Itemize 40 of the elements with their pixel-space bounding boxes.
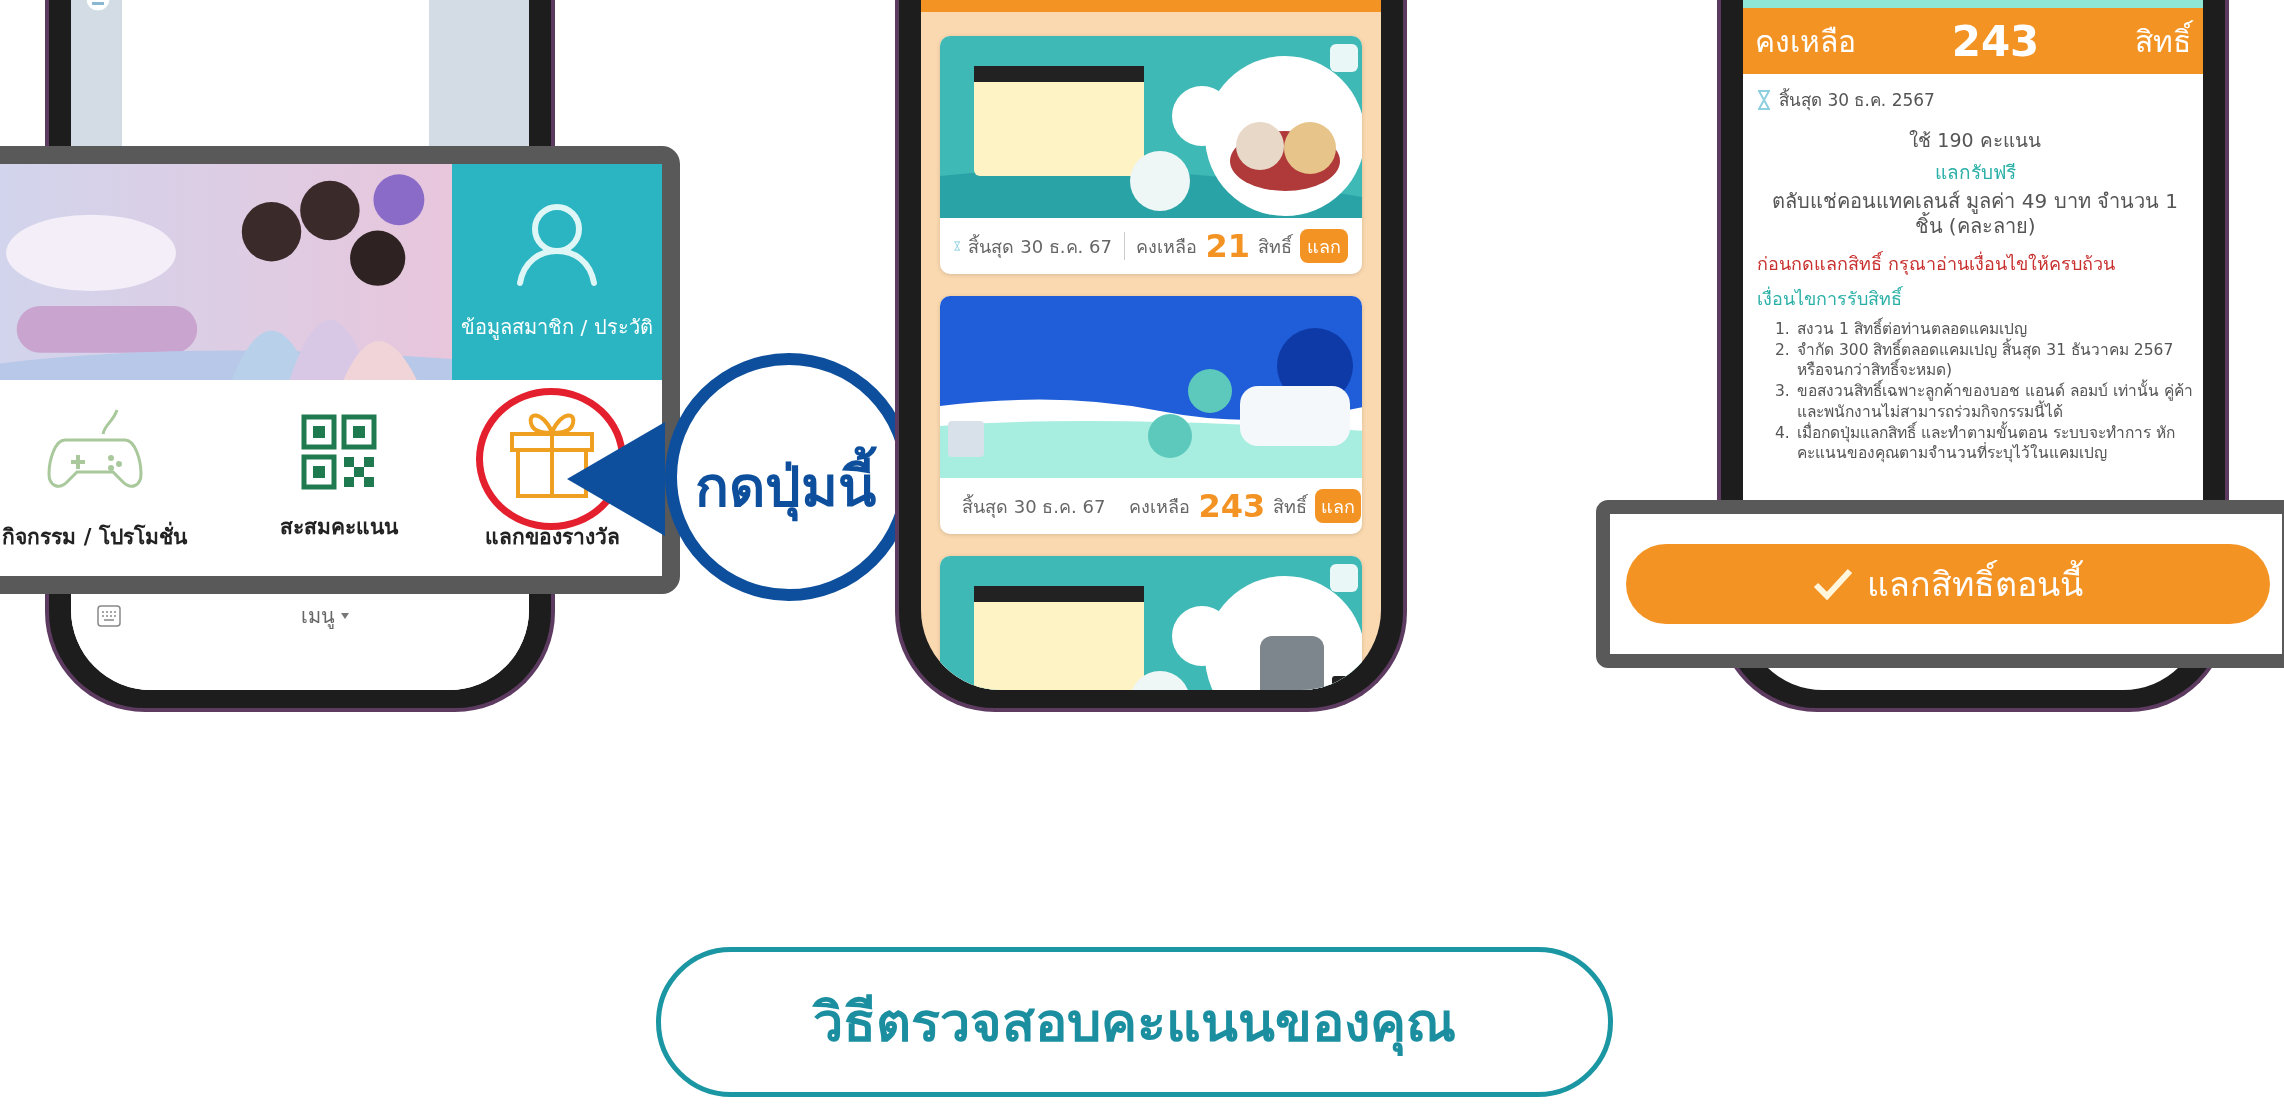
offer-description: ตลับแช่คอนแทคเลนส์ มูลค่า 49 บาท จำนวน 1 ชิ้น (คละลาย) bbox=[1771, 189, 2179, 239]
condition-number: 2. bbox=[1775, 340, 1791, 362]
warning-text: ก่อนกดแลกสิทธิ์ กรุณาอ่านเงื่อนไขให้ครบถ้วน bbox=[1757, 250, 2116, 277]
expiry-date: สิ้นสุด 30 ธ.ค. 2567 bbox=[1779, 87, 1935, 113]
remaining-count: 243 bbox=[1951, 16, 2040, 66]
condition-text: สงวน 1 สิทธิ์ต่อท่านตลอดแคมเปญ bbox=[1797, 319, 2193, 340]
caret-icon bbox=[341, 613, 349, 619]
remaining-label: คงเหลือ bbox=[1755, 22, 1856, 61]
menu-toggle[interactable]: เมนู bbox=[301, 600, 349, 632]
condition-text: ขอสงวนสิทธิ์เฉพาะลูกค้าของบอช แอนด์ ลอมบ์ เท่านั้น คู่ค้าและพนักงานไม่สามารถร่วมกิจกรรมนี้ได้ bbox=[1797, 381, 2193, 422]
remaining-label: คงเหลือ bbox=[1129, 494, 1191, 519]
keyboard-icon[interactable] bbox=[97, 605, 121, 627]
condition-number: 1. bbox=[1775, 319, 1791, 340]
remaining-count: 243 bbox=[1198, 487, 1266, 525]
redeem-now-button[interactable]: แลกสิทธิ์ตอนนี้ bbox=[1626, 544, 2270, 624]
redeem-button[interactable]: แลก bbox=[1299, 229, 1348, 263]
check-icon bbox=[1813, 568, 1853, 600]
conditions-title: เงื่อนไขการรับสิทธิ์ bbox=[1757, 285, 1904, 311]
redeem-button[interactable]: แลก bbox=[1315, 489, 1362, 523]
check-points-button[interactable]: วิธีตรวจสอบคะแนนของคุณ bbox=[655, 947, 1613, 1097]
menu-item[interactable]: กิจกรรม / โปรโมชั่น bbox=[0, 380, 236, 576]
unit-label: สิทธิ์ bbox=[1273, 493, 1308, 519]
hourglass-icon bbox=[1757, 89, 1771, 110]
condition-text: เมื่อกดปุ่มแลกสิทธิ์ และทำตามขั้นตอน ระบบจะทำการ หักคะแนนของคุณตามจำนวนที่ระบุไว้ในแคมเปญ bbox=[1797, 422, 2176, 463]
remaining-label: คงเหลือ bbox=[1136, 234, 1198, 259]
condition-number: 4. bbox=[1775, 422, 1791, 444]
unit-label: สิทธิ์ bbox=[2135, 17, 2191, 65]
unit-label: สิทธิ์ bbox=[1257, 233, 1292, 259]
member-info-label: ข้อมูลสมาชิก / ประวัติ bbox=[461, 314, 653, 342]
member-info-tile[interactable]: ข้อมูลสมาชิก / ประวัติ bbox=[452, 164, 662, 380]
remaining-count: 21 bbox=[1205, 227, 1250, 265]
qr-code-icon bbox=[301, 413, 377, 490]
offer-title: แลกรับฟรี bbox=[1934, 160, 2016, 185]
end-date: สิ้นสุด 30 ธ.ค. 67 bbox=[968, 233, 1112, 260]
condition-number: 3. bbox=[1775, 381, 1791, 403]
callout-text: กดปุ่มนี้ bbox=[675, 442, 895, 531]
person-icon bbox=[514, 201, 600, 287]
end-date: สิ้นสุด 30 ธ.ค. 67 bbox=[962, 493, 1106, 520]
menu-item[interactable]: สะสมคะแนน bbox=[236, 380, 442, 576]
points-cost: ใช้ 190 คะแนน bbox=[1909, 128, 2041, 153]
